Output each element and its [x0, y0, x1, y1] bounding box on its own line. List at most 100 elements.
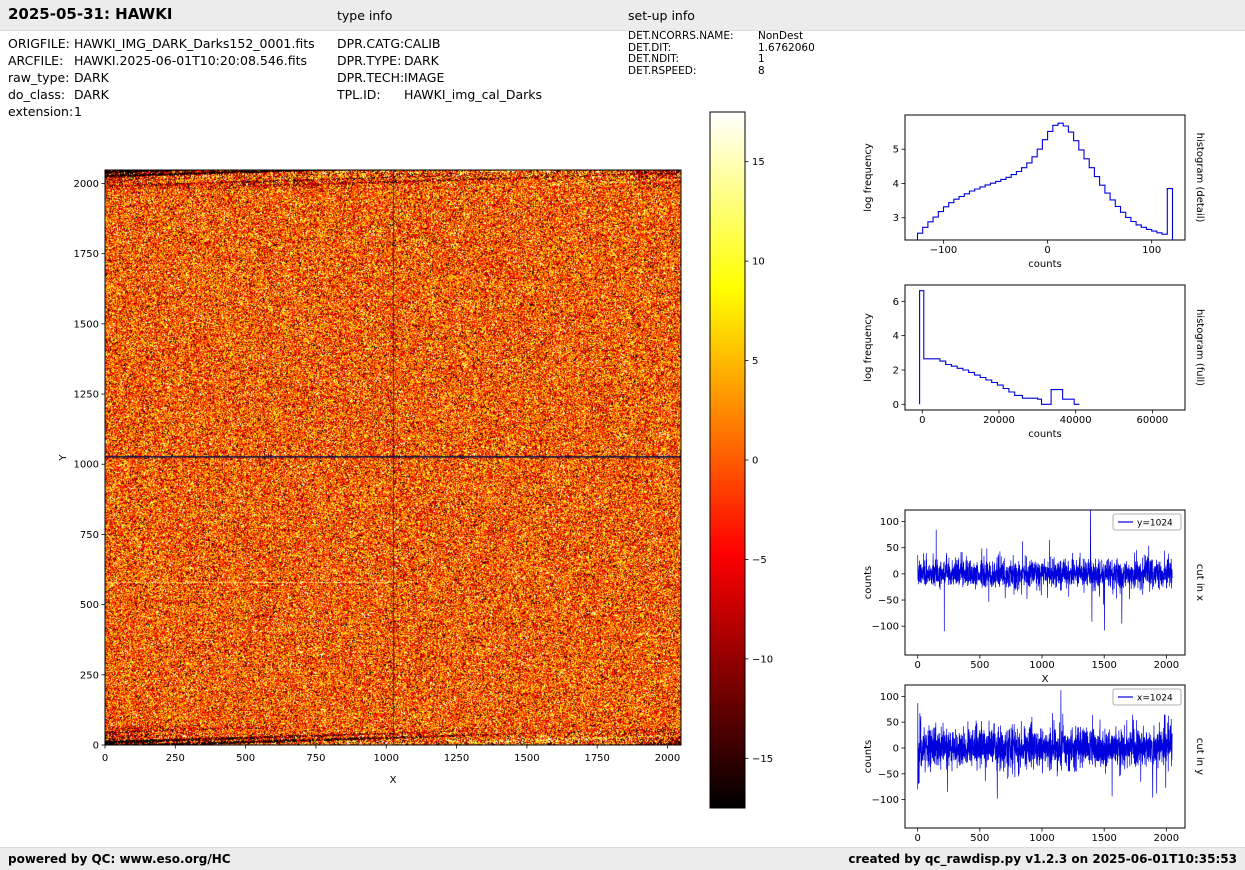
meta-value: DARK [74, 70, 109, 85]
meta-file-row: ORIGFILE:HAWKI_IMG_DARK_Darks152_0001.fi… [8, 35, 315, 52]
header-bar: 2025-05-31: HAWKI type info set-up info [0, 0, 1245, 31]
cut_in_y-legend-label: x=1024 [1137, 694, 1173, 704]
meta-file-row: do_class:DARK [8, 86, 315, 103]
meta-type-row: DPR.CATG:CALIB [337, 35, 542, 52]
meta-value: CALIB [404, 36, 441, 51]
histogram_detail-xtick: −100 [930, 245, 957, 256]
cut_in_x-xtick: 500 [970, 660, 989, 671]
meta-label: DPR.CATG: [337, 35, 404, 52]
meta-type-row: DPR.TECH:IMAGE [337, 69, 542, 86]
detector_image-ytick: 0 [93, 741, 99, 752]
histogram_full-ylabel: log frequency [863, 313, 874, 382]
cut_in_x-xtick: 1000 [1029, 660, 1054, 671]
cut_in_y-ytick: 0 [893, 743, 899, 754]
detector_image-xtick: 1750 [584, 753, 609, 764]
cut_in_y-legend [1113, 689, 1181, 705]
cut_in_x-ytick: −50 [878, 596, 899, 607]
cut_in_x-ytick: −100 [872, 622, 899, 633]
meta-value: HAWKI_img_cal_Darks [404, 87, 542, 102]
detector_image-xtick: 1500 [514, 753, 539, 764]
cut_in_y-xtick: 2000 [1154, 833, 1179, 844]
detector_image-xlabel: X [390, 775, 397, 786]
cut_in_y-ytick: −100 [872, 795, 899, 806]
histogram_detail-right-label: histogram (detail) [1194, 133, 1205, 223]
meta-label: DPR.TYPE: [337, 52, 404, 69]
histogram_full-xtick: 40000 [1060, 415, 1092, 426]
detector_image-ytick: 750 [80, 530, 99, 541]
cut_in_y-xtick: 0 [914, 833, 920, 844]
meta-file-row: extension:1 [8, 103, 315, 120]
colorbar-tick: −10 [752, 654, 773, 665]
histogram_full-series [920, 291, 1080, 405]
type-info-heading: type info [337, 8, 392, 23]
detector_image-xtick: 750 [306, 753, 325, 764]
meta-value: HAWKI_IMG_DARK_Darks152_0001.fits [74, 36, 315, 51]
footer-powered-by: powered by QC: www.eso.org/HC [8, 852, 231, 866]
cut_in_x-xlabel: X [1042, 674, 1049, 685]
colorbar-tick: −5 [752, 555, 767, 566]
detector_image-xtick: 250 [166, 753, 185, 764]
histogram_detail-ytick: 4 [893, 179, 899, 190]
detector_image-ytick: 1250 [74, 390, 99, 401]
histogram_full-ytick: 2 [893, 365, 899, 376]
histogram_full-xtick: 20000 [983, 415, 1015, 426]
histogram_full-right-label: histogram (full) [1194, 309, 1205, 386]
cut_in_y-series [918, 690, 1172, 798]
cut_in_x-ytick: 100 [880, 517, 899, 528]
histogram_detail-xtick: 0 [1044, 245, 1050, 256]
histogram_detail-frame [905, 115, 1185, 240]
cut_in_y-right-label: cut in y [1194, 738, 1205, 775]
histogram_full-frame [905, 285, 1185, 410]
cut_in_x-ylabel: counts [863, 566, 874, 599]
histogram_detail-xtick: 100 [1142, 245, 1161, 256]
detector_image-xtick: 500 [236, 753, 255, 764]
detector_image-ylabel: Y [58, 454, 69, 462]
meta-value: 1 [74, 104, 82, 119]
meta-setup-row: DET.NDIT:1 [628, 54, 815, 66]
meta-value: IMAGE [404, 70, 444, 85]
histogram_full-xlabel: counts [1028, 429, 1061, 440]
cut_in_x-series [918, 510, 1172, 631]
cut_in_x-frame [905, 510, 1185, 655]
meta-label: DET.NCORRS.NAME: [628, 31, 758, 43]
colorbar [710, 112, 745, 808]
meta-type-row: TPL.ID:HAWKI_img_cal_Darks [337, 86, 542, 103]
cut_in_y-ytick: 50 [886, 718, 899, 729]
meta-label: extension: [8, 103, 74, 120]
meta-value: DARK [404, 53, 439, 68]
histogram_full-xtick: 0 [919, 415, 925, 426]
cut_in_y-axes: 0500100015002000−100−50050100Ycountscut … [863, 685, 1205, 858]
meta-type-row: DPR.TYPE:DARK [337, 52, 542, 69]
file-info-block: ORIGFILE:HAWKI_IMG_DARK_Darks152_0001.fi… [8, 35, 315, 120]
meta-label: DPR.TECH: [337, 69, 404, 86]
meta-value: NonDest [758, 30, 803, 42]
detector_image-xtick: 0 [102, 753, 108, 764]
histogram_full-ytick: 0 [893, 400, 899, 411]
histogram_detail-xlabel: counts [1028, 259, 1061, 270]
meta-label: do_class: [8, 86, 74, 103]
cut_in_y-ytick: −50 [878, 769, 899, 780]
meta-value: DARK [74, 87, 109, 102]
meta-label: ARCFILE: [8, 52, 74, 69]
cut_in_x-ytick: 50 [886, 543, 899, 554]
page-title: 2025-05-31: HAWKI [8, 5, 172, 23]
meta-file-row: raw_type:DARK [8, 69, 315, 86]
detector_image-ytick: 2000 [74, 179, 99, 190]
meta-label: DET.NDIT: [628, 54, 758, 66]
histogram_full-axes: 02000040000600000246countslog frequencyh… [863, 285, 1205, 440]
meta-label: TPL.ID: [337, 86, 404, 103]
meta-value: HAWKI.2025-06-01T10:20:08.546.fits [74, 53, 307, 68]
colorbar-tick: 15 [752, 157, 765, 168]
footer-bar: powered by QC: www.eso.org/HC created by… [0, 847, 1245, 870]
meta-label: DET.RSPEED: [628, 66, 758, 78]
cut_in_x-legend [1113, 514, 1181, 530]
meta-label: raw_type: [8, 69, 74, 86]
type-info-block: DPR.CATG:CALIBDPR.TYPE:DARKDPR.TECH:IMAG… [337, 35, 542, 103]
cut_in_x-xtick: 1500 [1091, 660, 1116, 671]
detector_image-xtick: 1000 [374, 753, 399, 764]
detector_image-ytick: 1000 [74, 460, 99, 471]
histogram_full-ytick: 6 [893, 297, 899, 308]
cut_in_x-xtick: 2000 [1154, 660, 1179, 671]
histogram_detail-ytick: 3 [893, 213, 899, 224]
detector-image [105, 170, 681, 745]
